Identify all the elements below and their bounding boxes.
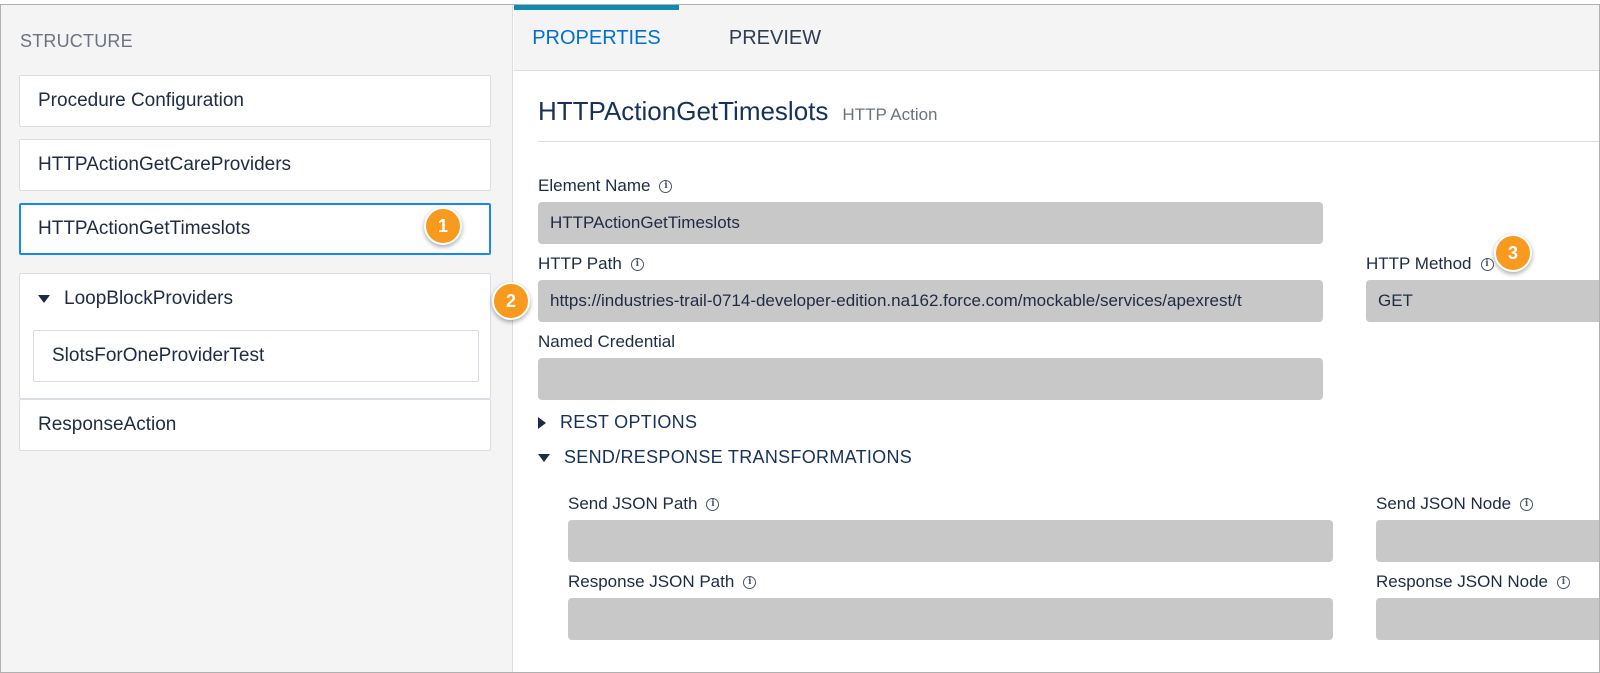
loop-block-header[interactable]: LoopBlockProviders (38, 288, 233, 310)
structure-item-procedure-configuration[interactable]: Procedure Configuration (19, 75, 491, 127)
callout-badge-2: 2 (492, 282, 530, 320)
structure-item-label: HTTPActionGetTimeslots (38, 218, 251, 239)
info-icon[interactable]: i (1480, 257, 1494, 271)
send-json-path-field[interactable] (568, 520, 1333, 562)
http-method-field[interactable]: GET (1366, 280, 1599, 322)
response-json-node-field[interactable] (1376, 598, 1599, 640)
http-path-label-text: HTTP Path (538, 254, 622, 273)
structure-item-label: ResponseAction (38, 414, 177, 435)
response-json-path-field[interactable] (568, 598, 1333, 640)
info-icon[interactable]: i (1556, 575, 1570, 589)
element-type-subtitle: HTTP Action (842, 105, 938, 124)
element-title-text: HTTPActionGetTimeslots (538, 96, 829, 126)
element-name-label-text: Element Name (538, 176, 651, 195)
properties-panel: HTTPActionGetTimeslots HTTP Action Eleme… (514, 72, 1599, 672)
structure-item-response-action[interactable]: ResponseAction (19, 399, 491, 451)
element-title: HTTPActionGetTimeslots HTTP Action (538, 96, 938, 127)
structure-item-get-timeslots[interactable]: HTTPActionGetTimeslots (19, 203, 491, 255)
send-json-node-label: Send JSON Node i (1376, 494, 1534, 514)
named-credential-field[interactable] (538, 358, 1323, 400)
structure-item-label: Procedure Configuration (38, 90, 244, 111)
info-icon[interactable]: i (630, 257, 644, 271)
triangle-down-icon (38, 295, 50, 303)
rest-options-label: REST OPTIONS (560, 412, 698, 432)
http-method-label-text: HTTP Method (1366, 254, 1472, 273)
response-json-path-label: Response JSON Path i (568, 572, 757, 592)
structure-panel: STRUCTURE Procedure Configuration HTTPAc… (1, 5, 513, 672)
tab-properties[interactable]: PROPERTIES (514, 5, 679, 71)
tab-preview[interactable]: PREVIEW (710, 5, 840, 71)
info-icon[interactable]: i (659, 179, 673, 193)
http-path-label: HTTP Path i (538, 254, 644, 274)
triangle-down-icon (538, 453, 550, 462)
info-icon[interactable]: i (743, 575, 757, 589)
app-frame: STRUCTURE Procedure Configuration HTTPAc… (0, 4, 1600, 673)
named-credential-label: Named Credential (538, 332, 675, 352)
http-path-field[interactable]: https://industries-trail-0714-developer-… (538, 280, 1323, 322)
callout-badge-1: 1 (424, 207, 462, 245)
structure-group-loop-block: LoopBlockProviders SlotsForOneProviderTe… (19, 273, 491, 399)
loop-block-label: LoopBlockProviders (64, 288, 233, 309)
response-json-node-label: Response JSON Node i (1376, 572, 1570, 592)
response-json-path-label-text: Response JSON Path (568, 572, 735, 591)
info-icon[interactable]: i (1520, 497, 1534, 511)
element-name-field[interactable]: HTTPActionGetTimeslots (538, 202, 1323, 244)
triangle-right-icon (538, 416, 546, 429)
element-name-label: Element Name i (538, 176, 673, 196)
callout-badge-3: 3 (1494, 234, 1532, 272)
http-method-label: HTTP Method i (1366, 254, 1494, 274)
structure-item-label: SlotsForOneProviderTest (52, 345, 265, 366)
send-json-node-field[interactable] (1376, 520, 1599, 562)
transformations-label: SEND/RESPONSE TRANSFORMATIONS (564, 447, 913, 467)
structure-title: STRUCTURE (20, 31, 133, 51)
rest-options-section[interactable]: REST OPTIONS (538, 412, 697, 433)
info-icon[interactable]: i (706, 497, 720, 511)
response-json-node-label-text: Response JSON Node (1376, 572, 1548, 591)
transformations-section[interactable]: SEND/RESPONSE TRANSFORMATIONS (538, 447, 912, 468)
send-json-path-label-text: Send JSON Path (568, 494, 698, 513)
structure-item-label: HTTPActionGetCareProviders (38, 154, 292, 175)
title-divider (538, 141, 1599, 142)
named-credential-label-text: Named Credential (538, 332, 676, 351)
send-json-path-label: Send JSON Path i (568, 494, 720, 514)
structure-item-get-care-providers[interactable]: HTTPActionGetCareProviders (19, 139, 491, 191)
send-json-node-label-text: Send JSON Node (1376, 494, 1512, 513)
structure-item-slots-for-one-provider[interactable]: SlotsForOneProviderTest (33, 330, 479, 382)
tab-bar: PROPERTIES PREVIEW (514, 5, 1599, 71)
